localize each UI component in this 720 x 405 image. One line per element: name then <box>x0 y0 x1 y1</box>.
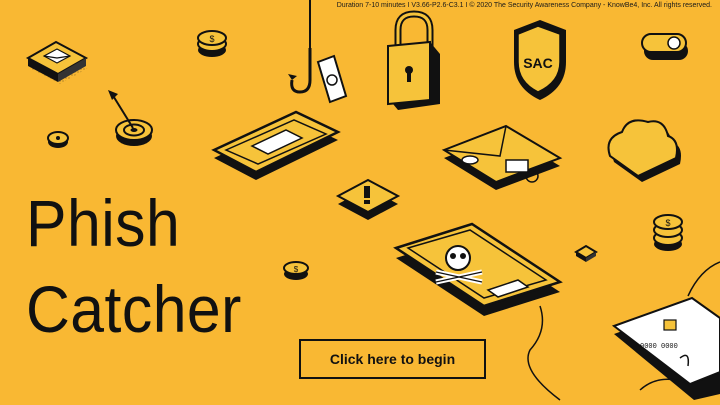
splash-screen: $ SAC $ $ 0000 0000 Duration 7-10 minute… <box>0 0 720 405</box>
dollar-bill-icon <box>316 54 348 104</box>
begin-button[interactable]: Click here to begin <box>299 339 486 379</box>
coin-stack-icon: $ <box>283 261 309 280</box>
course-title: Phish Catcher <box>26 180 242 352</box>
course-title-line-1: Phish <box>26 186 181 260</box>
target-icon <box>108 90 153 146</box>
chip-icon <box>47 131 69 148</box>
mail-card-icon <box>441 124 563 190</box>
svg-text:0000 0000: 0000 0000 <box>640 343 678 351</box>
coin-symbol: $ <box>209 34 214 44</box>
cloud-icon <box>607 119 681 182</box>
credits-line: Duration 7-10 minutes I V3.66-P2.6-C3.1 … <box>336 2 712 9</box>
coin-stack-icon: $ <box>197 30 227 57</box>
padlock-icon <box>387 10 440 110</box>
coin-symbol: $ <box>294 265 299 274</box>
shield-badge-text: SAC <box>523 55 553 71</box>
tablet-icon <box>211 110 341 180</box>
toggle-switch-icon <box>641 33 688 60</box>
coin-symbol: $ <box>665 218 670 228</box>
credit-card-icon: 0000 0000 <box>611 261 720 400</box>
course-title-line-2: Catcher <box>26 272 242 346</box>
alert-box-icon <box>335 178 401 220</box>
sac-shield-icon: SAC <box>514 20 566 100</box>
fishhook-icon <box>288 0 312 94</box>
chip-icon <box>574 244 598 262</box>
envelope-icon <box>25 40 89 84</box>
coin-stack-icon: $ <box>653 214 683 251</box>
